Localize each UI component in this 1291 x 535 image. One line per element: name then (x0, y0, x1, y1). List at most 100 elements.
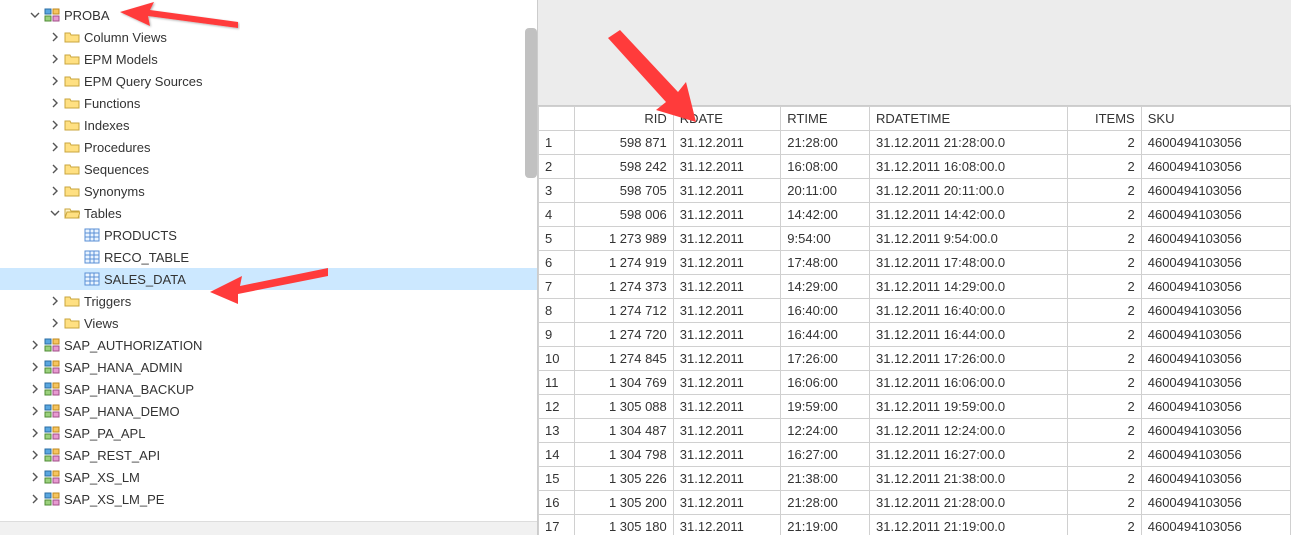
chevron-right-icon[interactable] (28, 338, 42, 352)
chevron-right-icon[interactable] (48, 294, 62, 308)
cell[interactable]: 4600494103056 (1141, 155, 1290, 179)
cell[interactable]: 2 (1068, 227, 1142, 251)
chevron-right-icon[interactable] (48, 140, 62, 154)
cell[interactable]: 1 304 487 (575, 419, 674, 443)
cell[interactable]: 2 (1068, 347, 1142, 371)
cell[interactable]: 2 (1068, 155, 1142, 179)
folder-epm-models[interactable]: EPM Models (0, 48, 537, 70)
cell[interactable]: 21:28:00 (781, 491, 870, 515)
cell[interactable]: 31.12.2011 (673, 491, 781, 515)
table-row[interactable]: 101 274 84531.12.201117:26:0031.12.2011 … (539, 347, 1291, 371)
chevron-right-icon[interactable] (28, 360, 42, 374)
cell[interactable]: 31.12.2011 (673, 443, 781, 467)
cell[interactable]: 31.12.2011 14:29:00.0 (869, 275, 1067, 299)
chevron-down-icon[interactable] (48, 206, 62, 220)
cell[interactable]: 598 871 (575, 131, 674, 155)
table-row[interactable]: 81 274 71231.12.201116:40:0031.12.2011 1… (539, 299, 1291, 323)
chevron-right-icon[interactable] (28, 382, 42, 396)
cell[interactable]: 4600494103056 (1141, 131, 1290, 155)
cell[interactable]: 2 (1068, 467, 1142, 491)
cell[interactable]: 31.12.2011 19:59:00.0 (869, 395, 1067, 419)
table-row[interactable]: 171 305 18031.12.201121:19:0031.12.2011 … (539, 515, 1291, 535)
table-row[interactable]: 111 304 76931.12.201116:06:0031.12.2011 … (539, 371, 1291, 395)
cell[interactable]: 31.12.2011 (673, 323, 781, 347)
schema-sap_authorization[interactable]: SAP_AUTHORIZATION (0, 334, 537, 356)
schema-sap_hana_demo[interactable]: SAP_HANA_DEMO (0, 400, 537, 422)
chevron-right-icon[interactable] (28, 404, 42, 418)
cell[interactable]: 31.12.2011 21:38:00.0 (869, 467, 1067, 491)
cell[interactable]: 31.12.2011 16:08:00.0 (869, 155, 1067, 179)
folder-epm-query-sources[interactable]: EPM Query Sources (0, 70, 537, 92)
cell[interactable]: 31.12.2011 21:28:00.0 (869, 491, 1067, 515)
data-grid[interactable]: RIDRDATERTIMERDATETIMEITEMSSKU1598 87131… (538, 106, 1291, 535)
cell[interactable]: 4600494103056 (1141, 395, 1290, 419)
chevron-right-icon[interactable] (28, 426, 42, 440)
cell[interactable]: 4600494103056 (1141, 203, 1290, 227)
cell[interactable]: 1 274 845 (575, 347, 674, 371)
cell[interactable]: 21:19:00 (781, 515, 870, 535)
cell[interactable]: 4600494103056 (1141, 251, 1290, 275)
folder-views[interactable]: Views (0, 312, 537, 334)
cell[interactable]: 31.12.2011 (673, 419, 781, 443)
cell[interactable]: 4600494103056 (1141, 371, 1290, 395)
cell[interactable]: 31.12.2011 9:54:00.0 (869, 227, 1067, 251)
schema-sap_pa_apl[interactable]: SAP_PA_APL (0, 422, 537, 444)
cell[interactable]: 31.12.2011 14:42:00.0 (869, 203, 1067, 227)
cell[interactable]: 598 705 (575, 179, 674, 203)
cell[interactable]: 4600494103056 (1141, 275, 1290, 299)
cell[interactable]: 2 (1068, 491, 1142, 515)
table-row[interactable]: 1598 87131.12.201121:28:0031.12.2011 21:… (539, 131, 1291, 155)
chevron-right-icon[interactable] (48, 316, 62, 330)
cell[interactable]: 21:38:00 (781, 467, 870, 491)
cell[interactable]: 31.12.2011 (673, 515, 781, 535)
schema-sap_xs_lm[interactable]: SAP_XS_LM (0, 466, 537, 488)
column-header-rtime[interactable]: RTIME (781, 107, 870, 131)
cell[interactable]: 31.12.2011 (673, 371, 781, 395)
cell[interactable]: 2 (1068, 251, 1142, 275)
cell[interactable]: 4600494103056 (1141, 491, 1290, 515)
cell[interactable]: 1 305 226 (575, 467, 674, 491)
cell[interactable]: 2 (1068, 179, 1142, 203)
cell[interactable]: 4600494103056 (1141, 323, 1290, 347)
cell[interactable]: 4600494103056 (1141, 467, 1290, 491)
folder-indexes[interactable]: Indexes (0, 114, 537, 136)
cell[interactable]: 4600494103056 (1141, 227, 1290, 251)
cell[interactable]: 31.12.2011 21:28:00.0 (869, 131, 1067, 155)
cell[interactable]: 31.12.2011 16:40:00.0 (869, 299, 1067, 323)
cell[interactable]: 14:29:00 (781, 275, 870, 299)
chevron-right-icon[interactable] (48, 30, 62, 44)
horizontal-scrollbar[interactable] (0, 521, 537, 535)
cell[interactable]: 1 274 720 (575, 323, 674, 347)
chevron-right-icon[interactable] (48, 96, 62, 110)
cell[interactable]: 14:42:00 (781, 203, 870, 227)
cell[interactable]: 4600494103056 (1141, 515, 1290, 535)
cell[interactable]: 21:28:00 (781, 131, 870, 155)
cell[interactable]: 1 273 989 (575, 227, 674, 251)
table-row[interactable]: 131 304 48731.12.201112:24:0031.12.2011 … (539, 419, 1291, 443)
cell[interactable]: 2 (1068, 395, 1142, 419)
chevron-right-icon[interactable] (48, 118, 62, 132)
cell[interactable]: 2 (1068, 443, 1142, 467)
chevron-right-icon[interactable] (48, 52, 62, 66)
table-row[interactable]: 4598 00631.12.201114:42:0031.12.2011 14:… (539, 203, 1291, 227)
cell[interactable]: 16:27:00 (781, 443, 870, 467)
cell[interactable]: 31.12.2011 (673, 155, 781, 179)
table-row[interactable]: 61 274 91931.12.201117:48:0031.12.2011 1… (539, 251, 1291, 275)
cell[interactable]: 1 274 919 (575, 251, 674, 275)
cell[interactable]: 4600494103056 (1141, 299, 1290, 323)
table-row[interactable]: 3598 70531.12.201120:11:0031.12.2011 20:… (539, 179, 1291, 203)
cell[interactable]: 31.12.2011 (673, 227, 781, 251)
cell[interactable]: 4600494103056 (1141, 179, 1290, 203)
cell[interactable]: 1 304 769 (575, 371, 674, 395)
schema-sap_hana_admin[interactable]: SAP_HANA_ADMIN (0, 356, 537, 378)
cell[interactable]: 4600494103056 (1141, 419, 1290, 443)
cell[interactable]: 31.12.2011 20:11:00.0 (869, 179, 1067, 203)
table-row[interactable]: 161 305 20031.12.201121:28:0031.12.2011 … (539, 491, 1291, 515)
chevron-right-icon[interactable] (48, 184, 62, 198)
cell[interactable]: 19:59:00 (781, 395, 870, 419)
column-header-items[interactable]: ITEMS (1068, 107, 1142, 131)
table-row[interactable]: 151 305 22631.12.201121:38:0031.12.2011 … (539, 467, 1291, 491)
cell[interactable]: 17:26:00 (781, 347, 870, 371)
cell[interactable]: 31.12.2011 (673, 395, 781, 419)
chevron-right-icon[interactable] (48, 74, 62, 88)
